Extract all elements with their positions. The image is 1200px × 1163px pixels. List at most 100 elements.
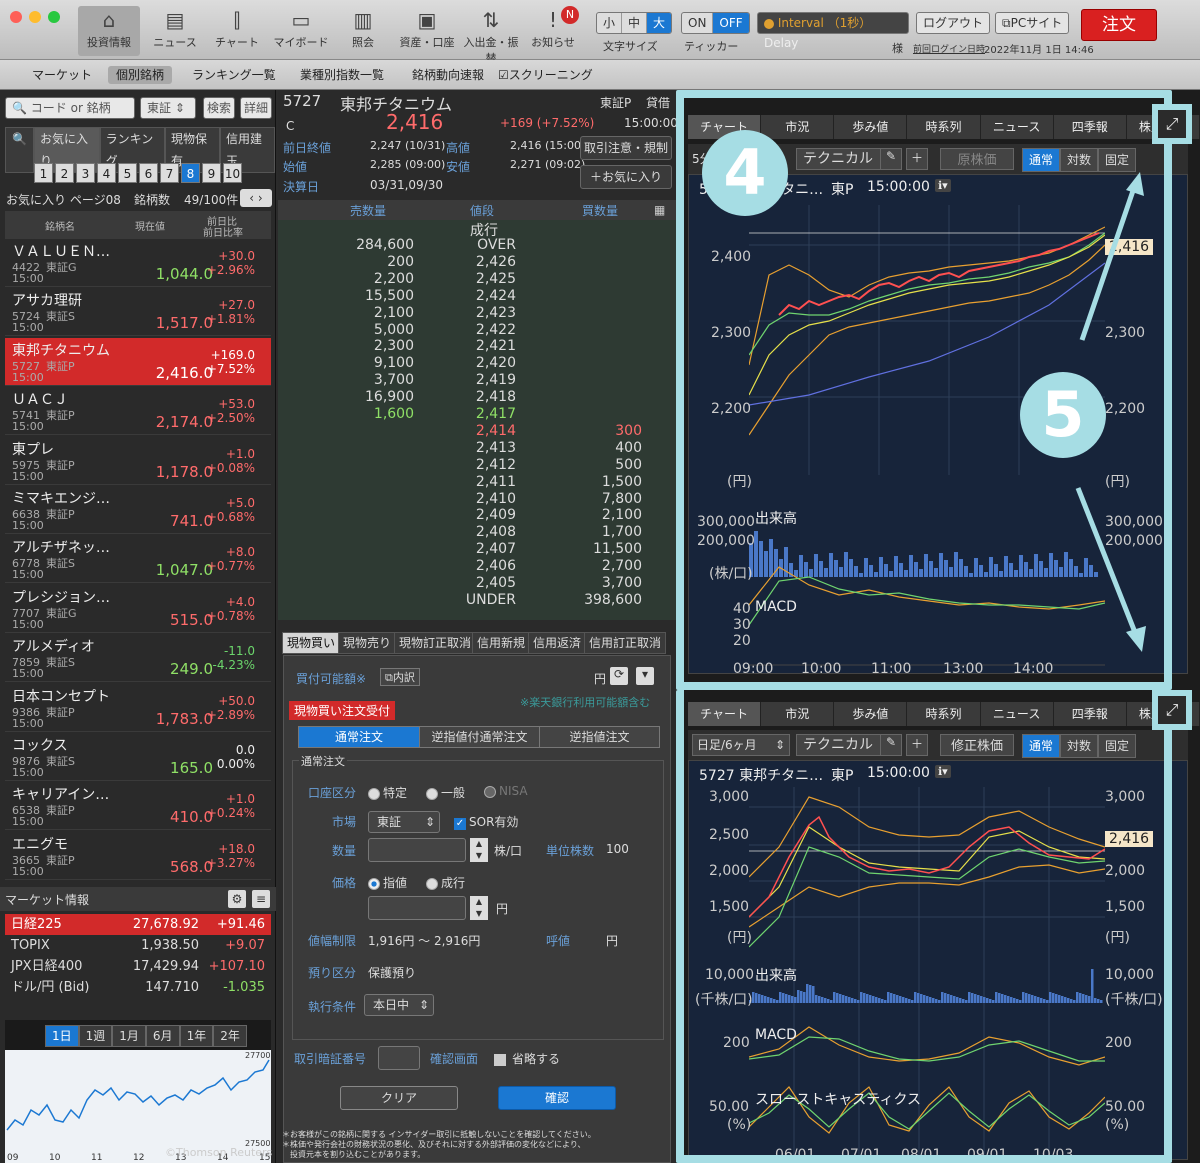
quantity-stepper[interactable]: ▲ ▼ xyxy=(470,838,488,862)
orderbook-row[interactable]: 200 2,426 xyxy=(278,254,676,271)
orderbook-row[interactable]: 2,410 7,800 xyxy=(278,491,676,508)
chart-mode-option[interactable]: 固定 xyxy=(1098,734,1137,758)
font-size-selector[interactable]: 小中大 xyxy=(596,12,673,34)
page-button[interactable]: 6 xyxy=(139,163,158,183)
submenu-item[interactable]: ランキング一覧 xyxy=(184,66,284,84)
gear-icon[interactable]: ⚙ xyxy=(228,890,246,908)
info-icon[interactable]: ℹ▾ xyxy=(935,765,951,778)
chart-tab[interactable]: ニュース xyxy=(981,115,1054,139)
watchlist-row[interactable]: エニグモ 3665 東証P 15:00 568.0 +18.0 +3.27% xyxy=(5,832,271,880)
chart-tab[interactable]: 市況 xyxy=(761,115,835,139)
ticker-option[interactable]: ON xyxy=(682,13,714,33)
order-type-tab[interactable]: 逆指値注文 xyxy=(539,727,659,747)
price-input[interactable] xyxy=(368,896,466,920)
orderbook-row[interactable]: 2,405 3,700 xyxy=(278,575,676,592)
toolbar-button-book[interactable]: ▥ 照会 xyxy=(332,6,394,56)
period-tab[interactable]: 1年 xyxy=(179,1025,214,1047)
page-button[interactable]: 4 xyxy=(97,163,116,183)
orderbook-row[interactable]: 9,100 2,420 xyxy=(278,355,676,372)
market-row[interactable]: ドル/円 (Bid) 147.710 -1.035 xyxy=(5,977,271,998)
account-radio-nisa[interactable]: NISA xyxy=(484,784,528,798)
toolbar-button-transfer[interactable]: ⇅ 入出金・振替 xyxy=(460,6,522,65)
watchlist-row[interactable]: アルメディオ 7859 東証S 15:00 249.0 -11.0 -4.23% xyxy=(5,634,271,683)
orderbook-row[interactable]: 2,412 500 xyxy=(278,457,676,474)
watchlist-row[interactable]: ＵＡＣＪ 5741 東証P 15:00 2,174.0 +53.0 +2.50% xyxy=(5,387,271,436)
watchlist-row[interactable]: ＶＡＬＵＥＮ… 4422 東証G 15:00 1,044.0 +30.0 +2.96% xyxy=(5,239,271,287)
font-size-option[interactable]: 小 xyxy=(597,13,623,33)
chart-tab[interactable]: 時系列 xyxy=(907,702,981,726)
menu-icon[interactable]: ≡ xyxy=(252,890,270,908)
period-tab[interactable]: 6月 xyxy=(145,1025,180,1047)
market-row[interactable]: 日経225 27,678.92 +91.46 xyxy=(5,914,271,935)
chart-mode-option[interactable]: 通常 xyxy=(1022,734,1061,758)
watchlist-row[interactable]: アルチザネッ… 6778 東証S 15:00 1,047.0 +8.0 +0.77% xyxy=(5,535,271,584)
orderbook-row[interactable]: 2,413 400 xyxy=(278,440,676,457)
order-tab[interactable]: 信用訂正取消 xyxy=(584,632,667,654)
page-nav-arrows[interactable]: ‹ › xyxy=(240,189,272,207)
chart-tab[interactable]: 市況 xyxy=(761,702,835,726)
watchlist-row[interactable]: 東プレ 5975 東証P 15:00 1,178.0 +1.0 +0.08% xyxy=(5,437,271,485)
caution-button[interactable]: 取引注意・規制 xyxy=(580,136,672,160)
search-icon[interactable]: 🔍 xyxy=(5,127,34,173)
confirm-button[interactable]: 確認 xyxy=(498,1086,616,1110)
quantity-input[interactable] xyxy=(368,838,466,862)
chart-tab[interactable]: 四季報 xyxy=(1054,702,1127,726)
pencil-icon[interactable]: ✎ xyxy=(880,734,902,756)
toolbar-button-home[interactable]: ⌂ 投資情報 xyxy=(78,6,140,56)
orderbook-row[interactable]: 5,000 2,422 xyxy=(278,322,676,339)
page-button[interactable]: 8 xyxy=(181,163,200,183)
order-type-tab[interactable]: 通常注文 xyxy=(299,727,419,747)
orderbook-row[interactable]: 3,700 2,419 xyxy=(278,372,676,389)
account-radio-tokutei[interactable]: 特定 xyxy=(368,784,407,801)
submenu-item[interactable]: マーケット xyxy=(24,66,100,84)
columns-icon[interactable]: ▦ xyxy=(654,203,665,217)
submenu-item[interactable]: 銘柄動向速報 xyxy=(404,66,492,84)
submenu-item[interactable]: 業種別指数一覧 xyxy=(292,66,392,84)
sor-checkbox[interactable]: ✓ SOR有効 xyxy=(454,813,518,830)
watchlist-row[interactable]: 東邦チタニウム 5727 東証P 15:00 2,416.0 +169.0 +7.52% xyxy=(5,337,271,386)
minimize-window-button[interactable] xyxy=(29,11,41,23)
logout-button[interactable]: ログアウト xyxy=(916,12,991,34)
condition-dropdown[interactable]: 本日中 ⇕ xyxy=(364,994,434,1016)
last-login-label[interactable]: 前回ログイン日時 xyxy=(913,42,985,55)
zoom-window-button[interactable] xyxy=(48,11,60,23)
orderbook-row[interactable]: 2,200 2,425 xyxy=(278,271,676,288)
font-size-option[interactable]: 大 xyxy=(647,13,672,33)
close-window-button[interactable] xyxy=(10,11,22,23)
period-tab[interactable]: 1月 xyxy=(112,1025,146,1047)
orderbook-row[interactable]: 2,100 2,423 xyxy=(278,305,676,322)
ticker-option[interactable]: OFF xyxy=(713,13,749,33)
toolbar-button-safe[interactable]: ▣ 資産・口座 xyxy=(396,6,458,56)
search-input[interactable]: 🔍 コード or 銘柄 xyxy=(5,97,135,119)
price-stepper[interactable]: ▲ ▼ xyxy=(470,896,488,920)
page-button[interactable]: 1 xyxy=(34,163,53,183)
pencil-icon[interactable]: ✎ xyxy=(880,148,902,170)
search-button[interactable]: 検索 xyxy=(203,97,235,119)
period-tab[interactable]: 1週 xyxy=(78,1025,113,1047)
chart-mode-option[interactable]: 通常 xyxy=(1022,148,1061,172)
page-button[interactable]: 2 xyxy=(55,163,74,183)
chart-tab[interactable]: 四季報 xyxy=(1054,115,1127,139)
page-button[interactable]: 9 xyxy=(202,163,221,183)
interval-toggle[interactable]: Interval （1秒） Delay xyxy=(757,12,909,50)
order-button[interactable]: 注文 xyxy=(1081,9,1157,41)
order-tab[interactable]: 現物訂正取消 xyxy=(394,632,477,654)
period-tab[interactable]: 1日 xyxy=(45,1025,79,1047)
watchlist-row[interactable]: キャリアイン… 6538 東証P 15:00 410.0 +1.0 +0.24% xyxy=(5,782,271,831)
detail-button[interactable]: 詳細 xyxy=(240,97,272,119)
price-radio-market[interactable]: 成行 xyxy=(426,874,465,891)
chart-mode-option[interactable]: 対数 xyxy=(1060,734,1099,758)
breakdown-button[interactable]: ⧉内訳 xyxy=(380,668,420,686)
refresh-icon[interactable]: ⟳ xyxy=(610,667,628,685)
orderbook-row[interactable]: 2,408 1,700 xyxy=(278,524,676,541)
page-button[interactable]: 3 xyxy=(76,163,95,183)
orderbook-row[interactable]: 2,409 2,100 xyxy=(278,507,676,524)
order-type-tab[interactable]: 逆指値付通常注文 xyxy=(419,727,539,747)
orderbook-row[interactable]: 15,500 2,424 xyxy=(278,288,676,305)
order-tab[interactable]: 信用新規 xyxy=(472,632,531,654)
market-dropdown[interactable]: 東証 ⇕ xyxy=(368,811,440,833)
chart-tab[interactable]: チャート xyxy=(688,702,762,726)
watchlist-row[interactable]: アサカ理研 5724 東証S 15:00 1,517.0 +27.0 +1.81% xyxy=(5,288,271,337)
watchlist-row[interactable]: プレシジョン… 7707 東証G 15:00 515.0 +4.0 +0.78% xyxy=(5,585,271,633)
expand-chart2-icon[interactable]: ⤢ xyxy=(1152,690,1192,730)
